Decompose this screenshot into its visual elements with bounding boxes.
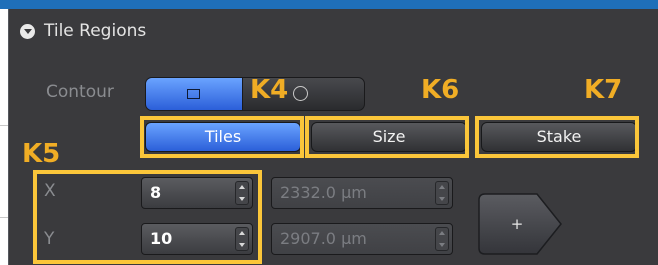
annotation-k6: K6 <box>421 75 460 105</box>
add-tile-region-button[interactable]: + <box>477 192 563 256</box>
rectangle-icon <box>187 89 200 99</box>
stepper-arrows-icon[interactable] <box>235 181 249 205</box>
y-size-value: 2907.0 µm <box>280 229 367 248</box>
stepper-arrows-icon[interactable] <box>435 181 449 205</box>
y-tiles-value: 10 <box>150 229 173 248</box>
x-tiles-value: 8 <box>150 183 162 202</box>
window-top-bar <box>0 0 658 9</box>
left-divider-top <box>0 125 8 126</box>
y-label: Y <box>44 229 55 249</box>
tile-regions-panel: Tile Regions Contour Tiles Size Stake X … <box>8 9 658 265</box>
tile-regions-header[interactable]: Tile Regions <box>9 9 658 53</box>
size-button[interactable]: Size <box>311 122 467 152</box>
chevron-down-icon[interactable] <box>20 24 35 39</box>
x-size-value: 2332.0 µm <box>280 183 367 202</box>
annotation-k5: K5 <box>22 139 61 169</box>
x-tiles-stepper[interactable]: 8 <box>141 177 253 209</box>
x-size-field[interactable]: 2332.0 µm <box>271 177 453 209</box>
stepper-arrows-icon[interactable] <box>235 227 249 251</box>
x-label: X <box>44 181 56 201</box>
left-divider-bottom <box>0 217 8 218</box>
tiles-button[interactable]: Tiles <box>145 122 301 152</box>
contour-label: Contour <box>46 82 114 102</box>
y-size-field[interactable]: 2907.0 µm <box>271 223 453 255</box>
plus-icon: + <box>511 215 524 233</box>
panel-title: Tile Regions <box>44 21 147 41</box>
annotation-k4: K4 <box>250 75 289 105</box>
circle-icon <box>293 86 308 101</box>
contour-rectangle-option[interactable] <box>146 78 243 110</box>
y-tiles-stepper[interactable]: 10 <box>141 223 253 255</box>
annotation-k7: K7 <box>584 75 623 105</box>
stake-button[interactable]: Stake <box>481 122 637 152</box>
stepper-arrows-icon[interactable] <box>435 227 449 251</box>
